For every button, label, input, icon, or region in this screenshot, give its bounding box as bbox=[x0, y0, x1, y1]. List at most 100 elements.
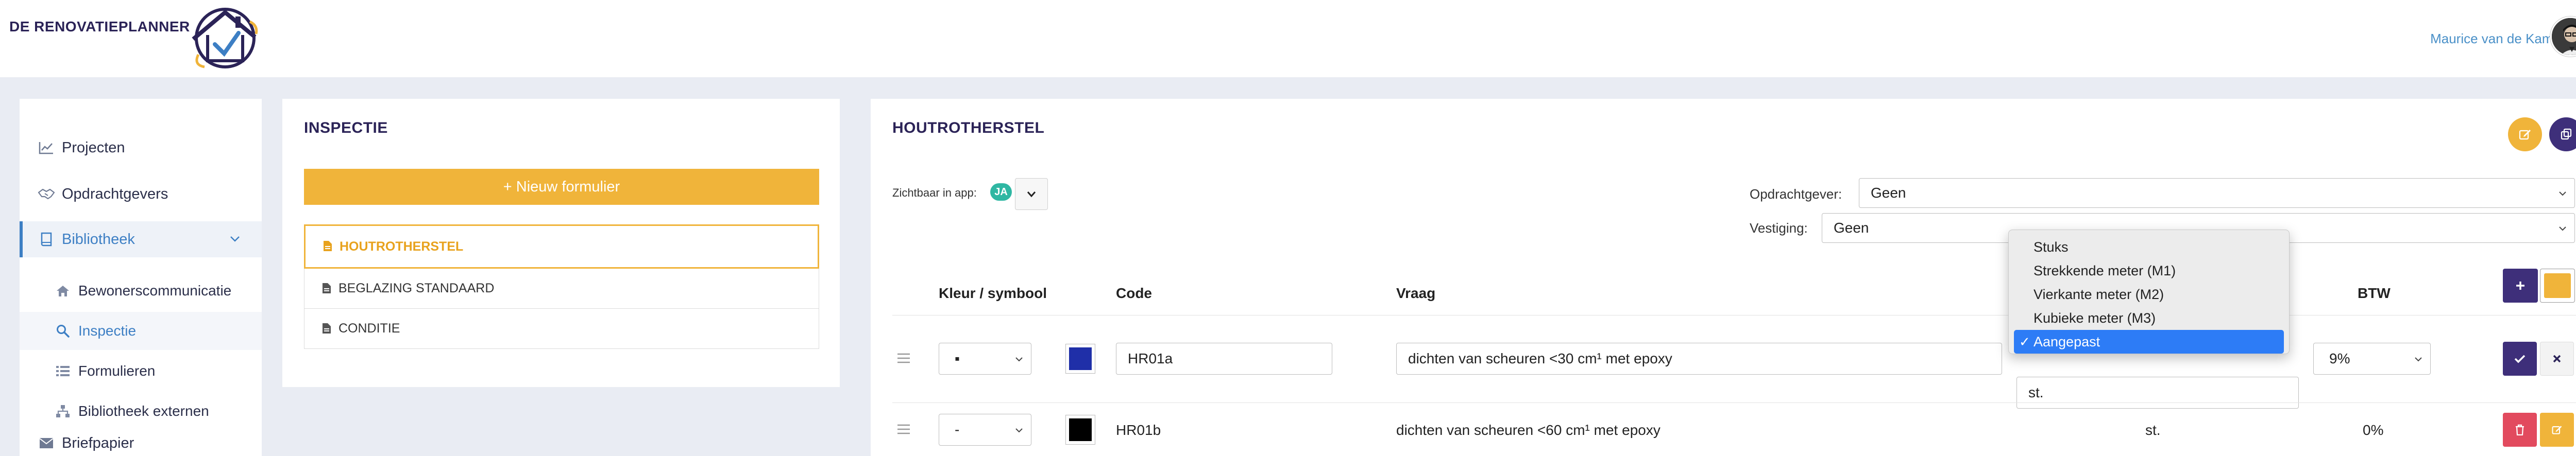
sidebar-subitem-label: Formulieren bbox=[78, 363, 156, 379]
sidebar-item-briefpapier[interactable]: Briefpapier bbox=[20, 425, 262, 456]
sidebar-subitem-label: Bewonerscommunicatie bbox=[78, 283, 232, 299]
plus-icon bbox=[2516, 282, 2524, 290]
sidebar-item-label: Opdrachtgevers bbox=[62, 185, 168, 202]
user-name[interactable]: Maurice van de Kamp bbox=[2430, 31, 2561, 47]
delete-row-button[interactable] bbox=[2503, 413, 2537, 447]
drag-handle-icon[interactable] bbox=[896, 352, 911, 364]
unit-cell: st. bbox=[2145, 422, 2161, 438]
color-swatch-fill bbox=[1069, 418, 1092, 441]
client-select[interactable]: Geen bbox=[1859, 178, 2575, 208]
search-icon bbox=[55, 324, 71, 338]
chart-line-icon bbox=[37, 140, 56, 155]
chevron-down-icon[interactable] bbox=[229, 233, 241, 245]
user-avatar[interactable] bbox=[2550, 16, 2576, 57]
edit-icon bbox=[2552, 426, 2562, 434]
symbol-select-value: ▪ bbox=[955, 350, 960, 366]
sidebar-subitem-bibliotheek-externen[interactable]: Bibliotheek externen bbox=[20, 392, 262, 430]
sidebar-item-projecten[interactable]: Projecten bbox=[20, 130, 262, 166]
unit-option-m2[interactable]: Vierkante meter (M2) bbox=[2009, 283, 2289, 306]
file-icon bbox=[323, 240, 333, 253]
branch-select-value: Geen bbox=[1834, 220, 1869, 236]
sidebar-item-label: Bibliotheek bbox=[62, 231, 135, 248]
branch-label: Vestiging: bbox=[1750, 220, 1808, 236]
file-icon bbox=[322, 323, 332, 335]
sidebar-subitem-label: Inspectie bbox=[78, 323, 137, 339]
column-header-btw: BTW bbox=[2358, 285, 2391, 301]
chevron-down-icon bbox=[2415, 357, 2422, 362]
edit-row-button[interactable] bbox=[2540, 413, 2574, 447]
form-item-label: HOUTROTHERSTEL bbox=[340, 239, 464, 254]
sidebar-subitem-bewonerscommunicatie[interactable]: Bewonerscommunicatie bbox=[20, 272, 262, 310]
code-input[interactable]: HR01a bbox=[1116, 343, 1332, 375]
color-swatch-button[interactable] bbox=[1065, 344, 1095, 374]
add-question-button[interactable] bbox=[2503, 269, 2538, 303]
cancel-row-button[interactable] bbox=[2540, 342, 2574, 376]
symbol-select[interactable]: - bbox=[939, 414, 1031, 446]
column-header-question: Vraag bbox=[1396, 285, 1436, 301]
trash-icon bbox=[2516, 424, 2524, 435]
question-input[interactable]: dichten van scheuren <30 cm¹ met epoxy bbox=[1396, 343, 2002, 375]
symbol-select-value: - bbox=[955, 422, 960, 437]
unit-option-label: Aangepast bbox=[2033, 334, 2100, 349]
close-icon bbox=[2553, 355, 2561, 363]
question-cell: dichten van scheuren <60 cm¹ met epoxy bbox=[1396, 422, 1660, 438]
btw-select-value: 9% bbox=[2329, 350, 2350, 366]
form-item-houtrotherstel[interactable]: HOUTROTHERSTEL bbox=[304, 224, 819, 269]
visible-in-app-label: Zichtbaar in app: bbox=[892, 186, 977, 199]
sidebar-item-bibliotheek[interactable]: Bibliotheek bbox=[20, 221, 262, 257]
drag-handle-icon[interactable] bbox=[896, 423, 911, 435]
copy-form-button[interactable] bbox=[2549, 117, 2576, 151]
home-icon bbox=[55, 284, 71, 298]
sidebar-subitem-label: Bibliotheek externen bbox=[78, 403, 209, 419]
form-title: HOUTROTHERSTEL bbox=[892, 119, 1045, 136]
brand-name[interactable]: DE RENOVATIEPLANNER bbox=[9, 19, 190, 35]
sidebar-subitem-inspectie[interactable]: Inspectie bbox=[20, 312, 262, 350]
client-select-value: Geen bbox=[1871, 185, 1906, 201]
avatar-image bbox=[2552, 18, 2576, 55]
btw-cell: 0% bbox=[2363, 422, 2384, 438]
sitemap-icon bbox=[55, 404, 71, 418]
unit-option-aangepast[interactable]: ✓ Aangepast bbox=[2014, 330, 2284, 354]
sidebar-item-label: Projecten bbox=[62, 139, 125, 156]
column-header-color: Kleur / symbool bbox=[939, 285, 1047, 301]
chevron-down-icon bbox=[2559, 226, 2566, 231]
code-input-value: HR01a bbox=[1128, 350, 1173, 366]
new-form-button[interactable]: + Nieuw formulier bbox=[304, 169, 819, 205]
symbol-select[interactable]: ▪ bbox=[939, 343, 1031, 375]
sidebar-subitem-formulieren[interactable]: Formulieren bbox=[20, 352, 262, 390]
chevron-down-icon bbox=[1015, 428, 1023, 433]
visible-status-badge: JA bbox=[990, 183, 1012, 201]
book-icon bbox=[37, 232, 56, 247]
column-header-code: Code bbox=[1116, 285, 1152, 301]
unit-custom-value: st. bbox=[2028, 384, 2044, 400]
color-swatch-fill bbox=[1069, 347, 1092, 370]
unit-dropdown-menu[interactable]: Stuks Strekkende meter (M1) Vierkante me… bbox=[2008, 230, 2290, 354]
copy-icon bbox=[2561, 128, 2572, 140]
edit-form-button[interactable] bbox=[2508, 117, 2542, 151]
unit-custom-input[interactable]: st. bbox=[2016, 377, 2299, 409]
color-swatch-button[interactable] bbox=[1065, 415, 1095, 445]
check-icon bbox=[2514, 355, 2526, 363]
chevron-down-icon bbox=[2559, 191, 2566, 196]
form-item-conditie[interactable]: CONDITIE bbox=[304, 309, 819, 349]
envelope-icon bbox=[37, 435, 56, 451]
panel-title: INSPECTIE bbox=[304, 119, 388, 136]
form-item-beglazing-standaard[interactable]: BEGLAZING STANDAARD bbox=[304, 269, 819, 309]
unit-option-m1[interactable]: Strekkende meter (M1) bbox=[2009, 259, 2289, 283]
handshake-icon bbox=[37, 186, 56, 202]
color-picker-button[interactable] bbox=[2540, 269, 2575, 303]
visible-toggle-dropdown[interactable] bbox=[1015, 178, 1048, 210]
color-swatch bbox=[2544, 273, 2571, 298]
sidebar-item-opdrachtgevers[interactable]: Opdrachtgevers bbox=[20, 176, 262, 212]
sidebar: Projecten Opdrachtgevers Bibliotheek Bew… bbox=[20, 99, 262, 456]
unit-option-stuks[interactable]: Stuks bbox=[2009, 235, 2289, 259]
inspectie-panel: INSPECTIE + Nieuw formulier HOUTROTHERST… bbox=[282, 99, 840, 387]
row-divider bbox=[892, 402, 2576, 403]
btw-select[interactable]: 9% bbox=[2313, 343, 2431, 375]
house-check-logo[interactable] bbox=[178, 3, 270, 70]
form-item-label: BEGLAZING STANDAARD bbox=[338, 281, 495, 295]
confirm-row-button[interactable] bbox=[2503, 342, 2537, 376]
list-icon bbox=[55, 364, 71, 378]
edit-icon bbox=[2519, 130, 2531, 140]
unit-option-m3[interactable]: Kubieke meter (M3) bbox=[2009, 306, 2289, 330]
